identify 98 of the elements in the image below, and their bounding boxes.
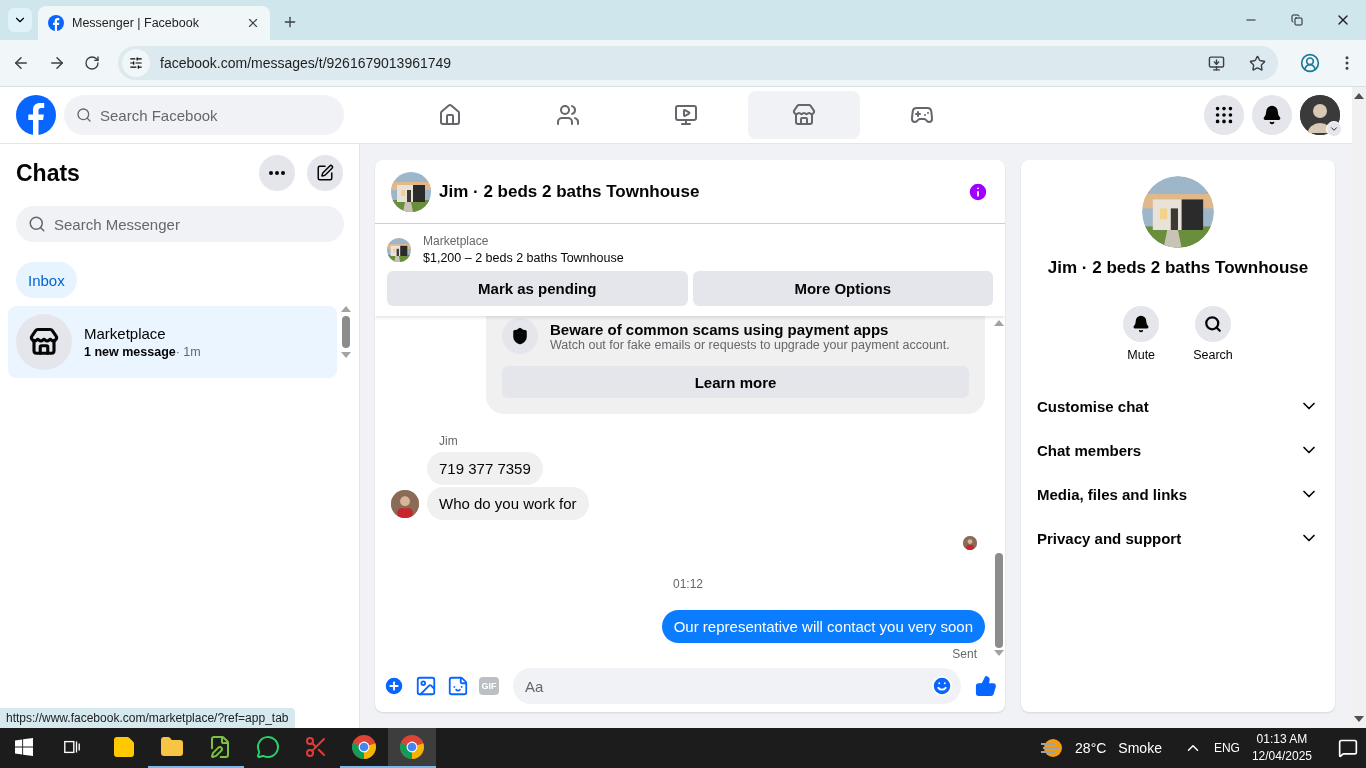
menu-grid-button[interactable] — [1204, 95, 1244, 135]
search-icon — [76, 107, 92, 123]
scissors-icon — [304, 735, 328, 759]
message-input[interactable]: Aa — [513, 668, 961, 704]
facebook-logo[interactable] — [16, 95, 56, 135]
sender-name: Jim — [439, 434, 458, 448]
chat-bubble-icon — [256, 735, 280, 759]
video-icon — [674, 103, 698, 127]
close-tab-button[interactable] — [246, 16, 260, 30]
reload-button[interactable] — [84, 55, 100, 71]
listing-source: Marketplace — [423, 234, 490, 248]
taskbar-app[interactable] — [388, 728, 436, 768]
section-header[interactable]: Customise chat — [1037, 384, 1319, 428]
folder-icon — [160, 735, 184, 759]
weather-icon — [1039, 736, 1064, 760]
learn-more-button[interactable]: Learn more — [502, 366, 969, 398]
scrollbar-thumb[interactable] — [342, 316, 350, 348]
conversation-title: Jim · 2 beds 2 baths Townhouse — [439, 181, 701, 202]
action-label: Search — [1193, 348, 1233, 362]
search-field[interactable]: Search Facebook — [64, 95, 344, 135]
temperature: 28°C — [1075, 740, 1107, 756]
language-indicator[interactable]: ENG — [1213, 741, 1240, 755]
account-avatar[interactable] — [1300, 95, 1340, 135]
message-bubble: 719 377 7359 — [427, 452, 543, 485]
plus-icon — [282, 14, 298, 30]
filter-chip[interactable]: Inbox — [16, 262, 77, 298]
facebook-icon — [48, 15, 64, 31]
nav-tab[interactable] — [748, 91, 860, 139]
status-url: https://www.facebook.com/marketplace/?ref=app_tab — [0, 708, 295, 728]
sticky-note-icon — [112, 735, 136, 759]
message-bubble: Who do you work for — [427, 487, 589, 520]
scroll-down-icon[interactable] — [1354, 716, 1364, 722]
clock[interactable]: 01:13 AM 12/04/2025 — [1251, 731, 1312, 765]
search-icon — [1204, 315, 1222, 333]
conversation-item[interactable]: Marketplace 1 new message· 1m — [8, 306, 337, 378]
address-bar[interactable]: facebook.com/messages/t/9261679013961749 — [118, 46, 1278, 80]
search-field[interactable]: Search Messenger — [16, 206, 344, 242]
info-icon[interactable] — [967, 180, 989, 203]
message-status: Sent — [952, 647, 977, 661]
close-icon — [246, 16, 260, 30]
notepad-icon — [208, 735, 232, 759]
weather-condition: Smoke — [1118, 740, 1162, 756]
windows-icon — [15, 738, 33, 756]
bell-icon — [1262, 105, 1282, 125]
silhouette-icon — [1300, 95, 1340, 135]
message-bubble: Our representative will contact you very soon — [661, 610, 985, 643]
search-button[interactable] — [1195, 306, 1231, 342]
section-header[interactable]: Chat members — [1037, 428, 1319, 472]
emoji-icon[interactable] — [931, 675, 953, 697]
install-app-icon[interactable] — [1208, 54, 1225, 72]
compose-icon — [316, 164, 334, 182]
tab-search-button[interactable] — [8, 8, 32, 32]
back-button[interactable] — [12, 54, 30, 72]
chat-title: Jim · 2 beds 2 baths Townhouse — [1046, 258, 1310, 278]
store-icon — [792, 103, 816, 127]
options-button[interactable] — [259, 155, 295, 191]
bell-icon — [1132, 315, 1151, 333]
message-preview: 1 new message — [84, 344, 176, 359]
chrome-icon — [399, 734, 425, 760]
chrome-icon — [351, 734, 377, 760]
action-button[interactable]: Mark as pending — [387, 271, 688, 306]
image-icon[interactable] — [415, 675, 437, 697]
add-icon[interactable] — [383, 675, 405, 697]
sticker-icon[interactable] — [447, 675, 469, 697]
tab-title: Messenger | Facebook — [72, 16, 200, 30]
browser-tab[interactable]: Messenger | Facebook — [38, 6, 270, 40]
section-header[interactable]: Privacy and support — [1037, 516, 1319, 560]
scrollbar-thumb[interactable] — [995, 553, 1003, 648]
notice-text: Watch out for fake emails or requests to upgrade your payment account. — [550, 337, 950, 352]
new-message-button[interactable] — [307, 155, 343, 191]
site-settings-icon[interactable] — [122, 49, 150, 77]
more-icon — [269, 171, 285, 175]
friends-icon — [556, 103, 580, 127]
section-header[interactable]: Media, files and links — [1037, 472, 1319, 516]
action-button[interactable]: More Options — [692, 271, 993, 306]
new-tab-button[interactable] — [282, 14, 298, 30]
forward-button[interactable] — [48, 54, 66, 72]
listing-title: $1,200 – 2 beds 2 baths Townhouse — [423, 251, 624, 265]
like-icon[interactable] — [975, 675, 997, 697]
task-view-icon — [63, 738, 81, 756]
message-time: · 1m — [175, 344, 201, 359]
home-icon — [438, 103, 462, 127]
profile-icon[interactable] — [1300, 53, 1320, 73]
grid-icon — [1213, 104, 1235, 126]
notification-icon[interactable] — [1338, 738, 1358, 758]
notifications-button[interactable] — [1252, 95, 1292, 135]
caret-icon[interactable] — [1326, 121, 1342, 137]
conversation-name: Marketplace — [84, 324, 167, 342]
action-label: Mute — [1127, 348, 1156, 362]
chats-title: Chats — [16, 159, 81, 187]
store-avatar — [16, 314, 72, 370]
restore-icon — [1291, 14, 1303, 26]
search-icon — [28, 215, 46, 233]
scroll-up-icon[interactable] — [1354, 93, 1364, 99]
mute-button[interactable] — [1123, 306, 1160, 342]
notice-title: Beware of common scams using payment apps — [550, 320, 890, 338]
bookmark-star-icon[interactable] — [1249, 54, 1266, 72]
timestamp: 01:12 — [673, 577, 703, 591]
